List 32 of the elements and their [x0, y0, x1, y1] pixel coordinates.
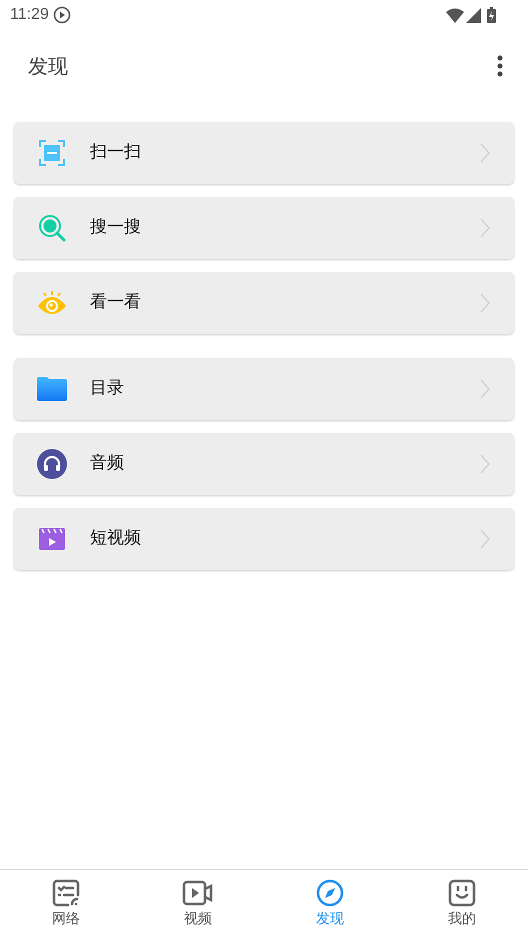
menu-item[interactable]: 音频 [14, 433, 514, 495]
menu-item[interactable]: 搜一搜 [14, 197, 514, 259]
page-title: 发现 [28, 53, 69, 80]
eye-icon [37, 290, 67, 316]
menu-item[interactable]: 目录 [14, 358, 514, 420]
wifi-icon [446, 8, 464, 22]
chevron-right-icon [480, 293, 490, 313]
smiley-icon [448, 879, 476, 907]
chevron-right-icon [480, 143, 490, 163]
menu-item[interactable]: 短视频 [14, 508, 514, 570]
checklist-icon [52, 879, 80, 907]
scan-icon [39, 140, 65, 166]
compass-icon [316, 879, 344, 907]
video-camera-icon [182, 879, 214, 907]
battery-icon [487, 7, 496, 23]
headphones-icon [37, 449, 67, 479]
menu-item[interactable]: 扫一扫 [14, 122, 514, 184]
folder-icon [37, 377, 67, 401]
play-icon [52, 6, 71, 24]
signal-icon [466, 8, 481, 22]
chevron-right-icon [480, 218, 490, 238]
chevron-right-icon [480, 379, 490, 399]
chevron-right-icon [480, 529, 490, 549]
video-clip-icon [39, 528, 65, 550]
nav-tab[interactable]: 视频 [132, 870, 264, 939]
search-icon [38, 214, 66, 242]
status-time: 11:29 [10, 5, 49, 25]
menu-item[interactable]: 看一看 [14, 272, 514, 334]
nav-tab[interactable]: 我的 [396, 870, 528, 939]
more-icon [497, 55, 503, 77]
chevron-right-icon [480, 454, 490, 474]
nav-tab[interactable]: 网络 [0, 870, 132, 939]
